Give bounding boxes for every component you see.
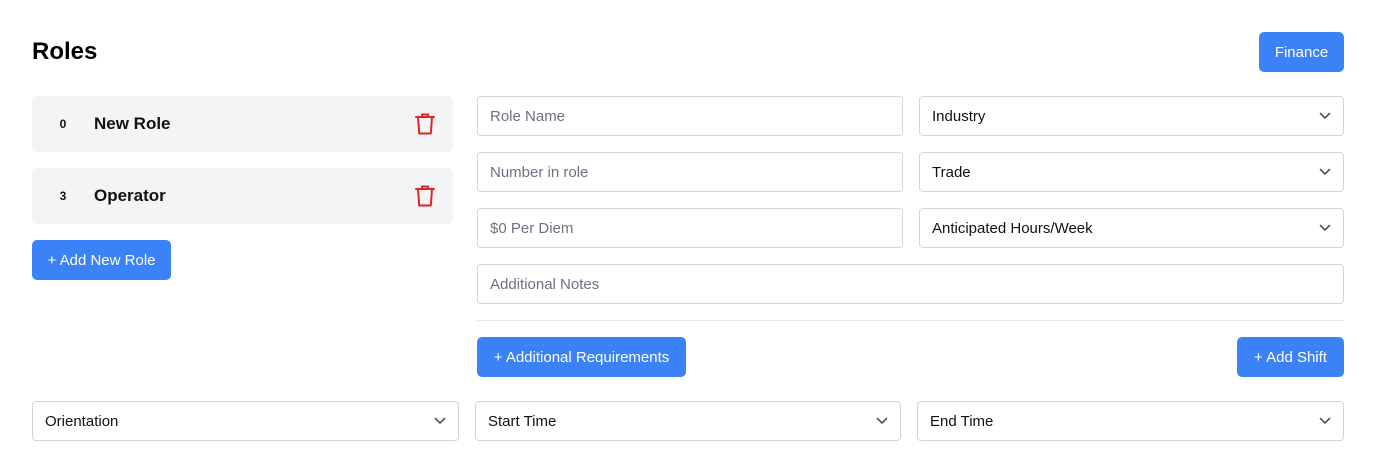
role-count: 3: [59, 189, 67, 203]
start-time-select-value: Start Time: [488, 412, 557, 430]
page-title: Roles: [32, 38, 98, 65]
industry-select-value: Industry: [932, 107, 986, 125]
industry-select[interactable]: Industry: [919, 96, 1344, 136]
hours-per-week-select[interactable]: Anticipated Hours/Week: [919, 208, 1344, 248]
trade-select-value: Trade: [932, 163, 971, 181]
add-new-role-button[interactable]: + Add New Role: [32, 240, 171, 280]
orientation-select[interactable]: Orientation: [32, 401, 459, 441]
hours-select-value: Anticipated Hours/Week: [932, 219, 1093, 237]
role-card[interactable]: 0 New Role: [32, 96, 453, 152]
role-card[interactable]: 3 Operator: [32, 168, 453, 224]
chevron-down-icon: [1319, 110, 1331, 122]
trade-select[interactable]: Trade: [919, 152, 1344, 192]
number-in-role-input[interactable]: [477, 152, 903, 192]
chevron-down-icon: [876, 415, 888, 427]
chevron-down-icon: [1319, 222, 1331, 234]
start-time-select[interactable]: Start Time: [475, 401, 901, 441]
trash-icon[interactable]: [413, 184, 437, 208]
orientation-select-value: Orientation: [45, 412, 119, 430]
role-name: Operator: [94, 186, 166, 205]
per-diem-input[interactable]: [477, 208, 903, 248]
role-name-input[interactable]: [477, 96, 903, 136]
divider: [477, 320, 1344, 321]
additional-notes-input[interactable]: [477, 264, 1344, 304]
additional-requirements-button[interactable]: + Additional Requirements: [477, 337, 686, 377]
chevron-down-icon: [1319, 415, 1331, 427]
end-time-select[interactable]: End Time: [917, 401, 1344, 441]
trash-icon[interactable]: [413, 112, 437, 136]
role-count: 0: [59, 117, 67, 131]
finance-button[interactable]: Finance: [1259, 32, 1344, 72]
chevron-down-icon: [434, 415, 446, 427]
end-time-select-value: End Time: [930, 412, 994, 430]
role-name: New Role: [94, 114, 171, 133]
chevron-down-icon: [1319, 166, 1331, 178]
add-shift-button[interactable]: + Add Shift: [1237, 337, 1344, 377]
